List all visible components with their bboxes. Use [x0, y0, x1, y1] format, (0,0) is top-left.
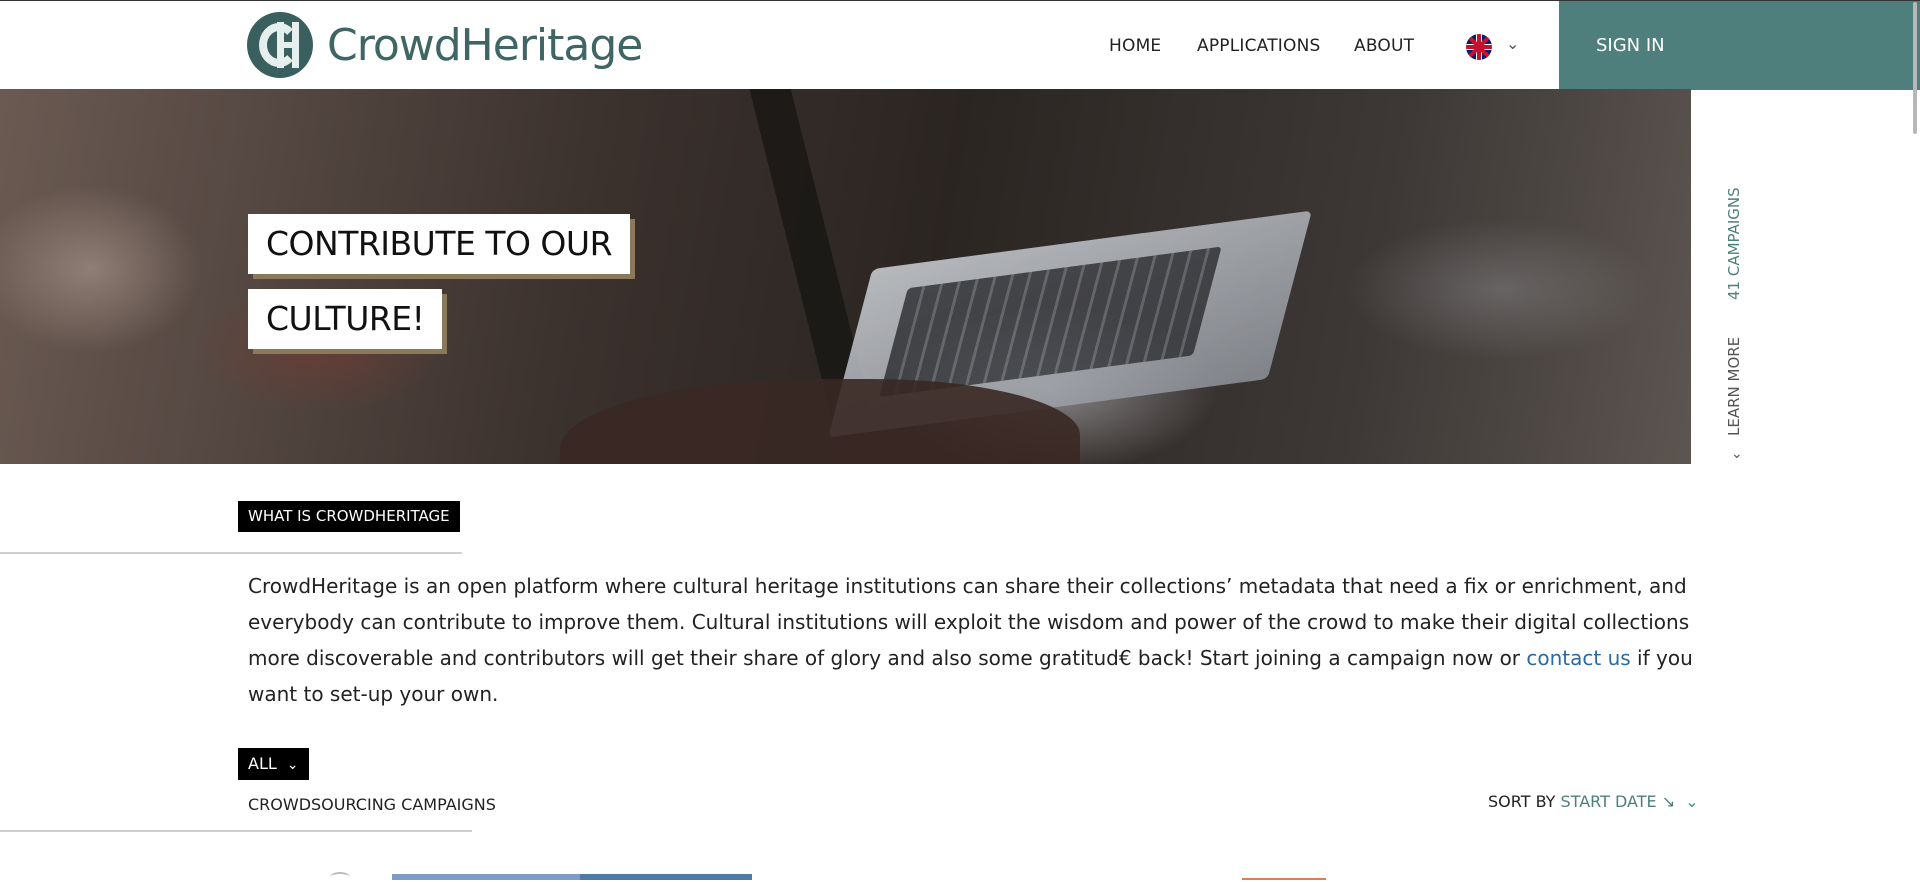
about-text-start: CrowdHeritage is an open platform where …: [248, 574, 1690, 670]
campaign-card[interactable]: [392, 874, 580, 880]
hero-banner: CONTRIBUTE TO OUR CULTURE!: [0, 89, 1691, 464]
learn-more-link[interactable]: LEARN MORE: [1725, 337, 1743, 436]
sort-control[interactable]: SORT BY START DATE ↘ ⌄: [1488, 792, 1699, 811]
divider: [0, 552, 462, 554]
nav-about[interactable]: ABOUT: [1354, 36, 1414, 56]
logo[interactable]: CrowdHeritage: [247, 11, 643, 79]
about-paragraph: CrowdHeritage is an open platform where …: [248, 568, 1693, 712]
sort-value[interactable]: START DATE ↘: [1561, 792, 1676, 811]
uk-flag-icon[interactable]: [1466, 34, 1492, 60]
nav-applications[interactable]: APPLICATIONS: [1197, 36, 1320, 56]
chevron-down-icon[interactable]: ⌄: [1685, 792, 1698, 811]
contact-us-link[interactable]: contact us: [1526, 646, 1630, 670]
section-tag-what-is: WHAT IS CROWDHERITAGE: [238, 501, 460, 532]
sign-in-button[interactable]: SIGN IN: [1559, 1, 1920, 90]
campaign-filter-dropdown[interactable]: ALL ⌄: [238, 748, 309, 780]
logo-text: CrowdHeritage: [327, 19, 643, 71]
nav-home[interactable]: HOME: [1109, 36, 1161, 56]
site-header: CrowdHeritage HOME APPLICATIONS ABOUT ⌄ …: [0, 0, 1920, 90]
hero-image-hand: [560, 379, 1080, 464]
scrollbar-thumb[interactable]: [1913, 2, 1917, 134]
hero-title-line-2: CULTURE!: [248, 289, 443, 349]
logo-mark-icon: [247, 12, 313, 78]
chevron-down-icon: ⌄: [286, 757, 299, 773]
campaigns-section-label: CROWDSOURCING CAMPAIGNS: [248, 795, 496, 814]
chevron-down-icon[interactable]: ⌄: [1731, 446, 1743, 462]
hero-title-line-1: CONTRIBUTE TO OUR: [248, 214, 630, 274]
campaigns-count-link[interactable]: 41 CAMPAIGNS: [1725, 187, 1743, 300]
filter-selected-value: ALL: [248, 754, 277, 773]
sort-label: SORT BY: [1488, 792, 1556, 811]
card-decoration: [330, 872, 350, 882]
chevron-down-icon[interactable]: ⌄: [1506, 34, 1519, 53]
campaign-card[interactable]: [580, 874, 752, 880]
divider: [0, 830, 472, 832]
